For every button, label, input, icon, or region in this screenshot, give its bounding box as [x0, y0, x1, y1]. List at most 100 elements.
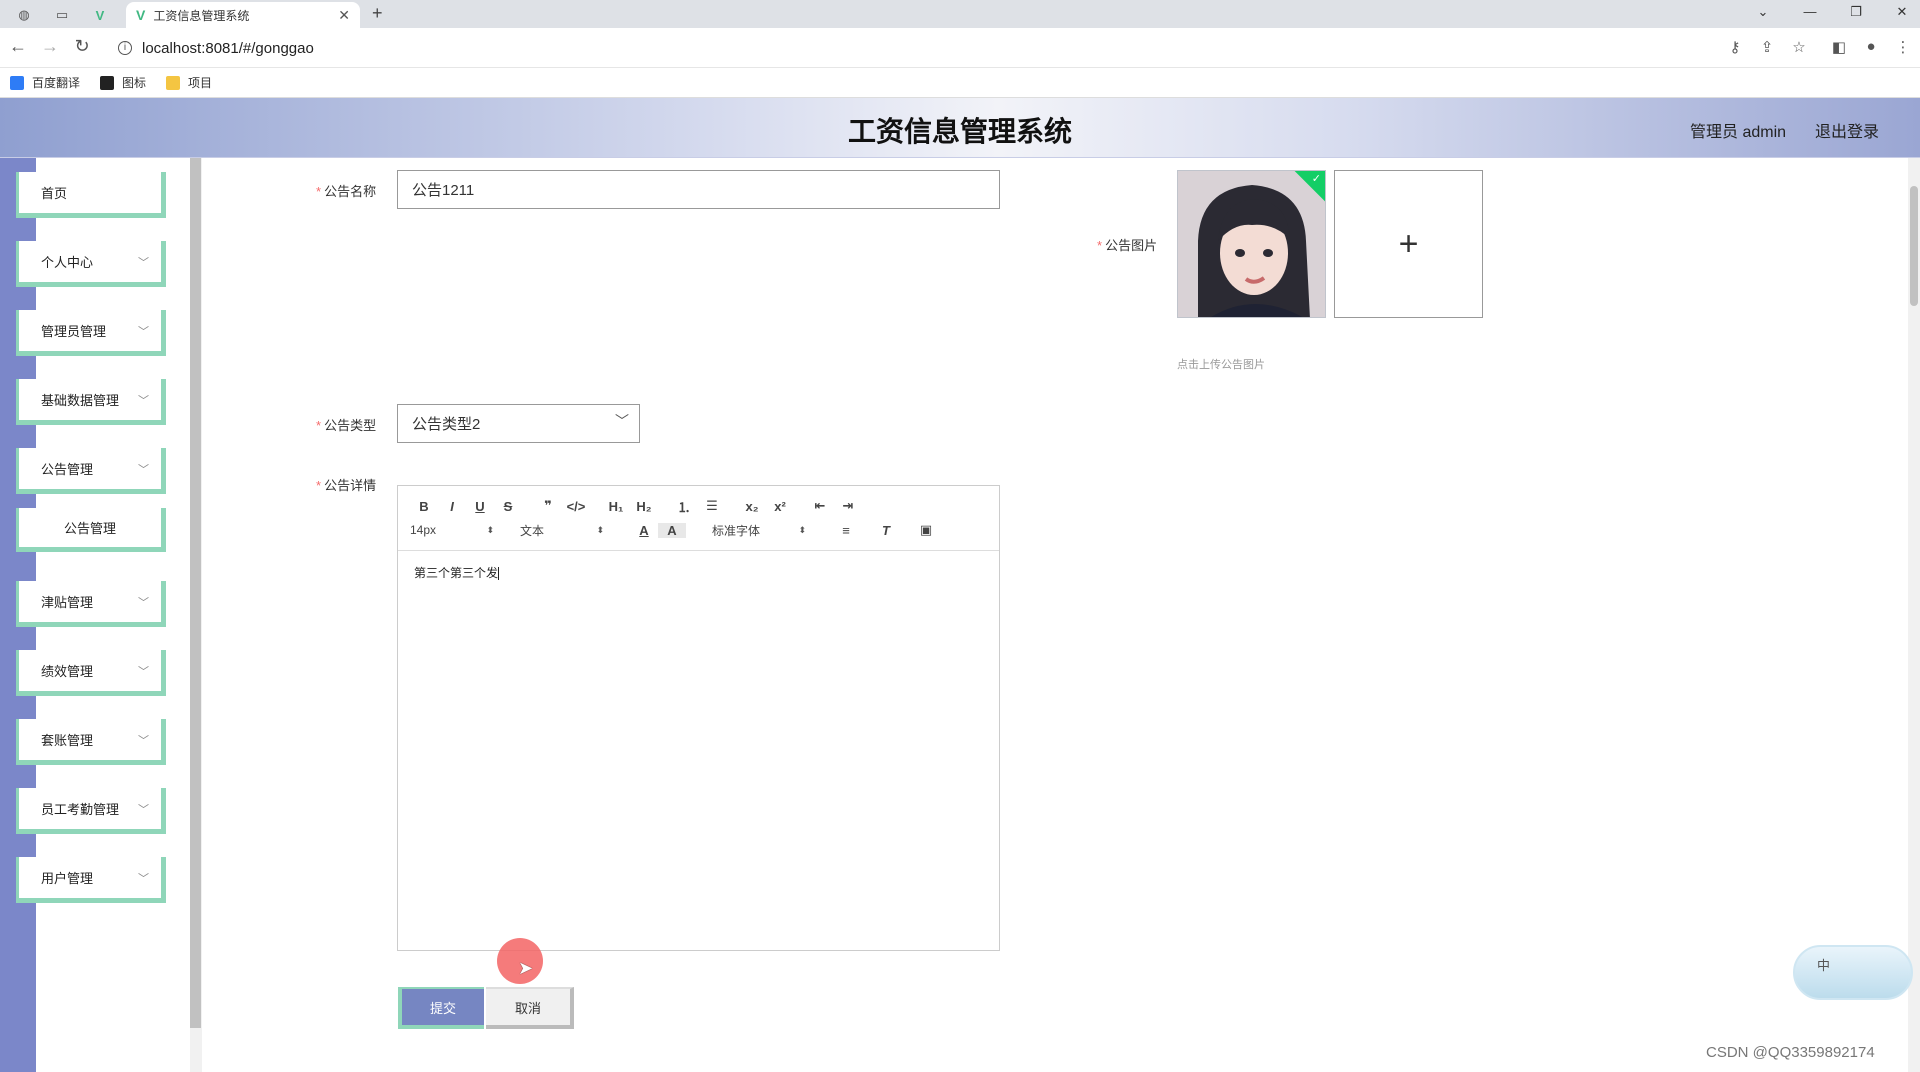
url-input[interactable]: i localhost:8081/#/gonggao [108, 34, 1748, 62]
star-icon[interactable]: ☆ [1788, 38, 1810, 56]
outdent-icon[interactable]: ⇤ [806, 498, 834, 514]
font-size-picker[interactable]: 14px ⬍ [410, 523, 494, 537]
new-tab-button[interactable]: + [372, 3, 383, 24]
sidebar-scroll-thumb[interactable] [190, 158, 201, 1028]
text-cursor [498, 567, 500, 581]
chevron-down-icon: ﹀ [138, 257, 149, 269]
cancel-button[interactable]: 取消 [486, 987, 574, 1029]
bookmark-project[interactable]: 项目 [166, 74, 212, 91]
type-label: * 公告类型 [316, 418, 377, 433]
globe-icon[interactable]: ◍ [10, 4, 38, 26]
subscript-icon[interactable]: x₂ [738, 499, 766, 514]
superscript-icon[interactable]: x² [766, 499, 794, 514]
rich-text-editor: B I U S ❞ </> H₁ H₂ ⒈ ☰ x₂ x² ⇤ ⇥ 14px ⬍ … [397, 485, 1000, 951]
chevron-down-icon: ﹀ [138, 804, 149, 816]
browser-tab-bar: ◍ ▭ V V 工资信息管理系统 ✕ + ⌄ — ❐ ✕ [0, 0, 1920, 28]
more-icon[interactable]: ⋮ [1892, 38, 1914, 56]
chevron-down-icon: ﹀ [138, 666, 149, 678]
updown-icon: ⬍ [798, 524, 806, 535]
share-icon[interactable]: ⇪ [1756, 38, 1778, 56]
submit-button[interactable]: 提交 [398, 987, 484, 1029]
name-label: * 公告名称 [316, 184, 377, 199]
heading1-icon[interactable]: H₁ [602, 499, 630, 514]
current-user: 管理员 admin [1690, 124, 1787, 141]
ime-widget[interactable]: 中 [1793, 945, 1913, 1000]
background-color-icon[interactable]: A [658, 522, 686, 538]
sidebar-item-label: 套账管理 [41, 733, 94, 748]
heading2-icon[interactable]: H₂ [630, 499, 658, 514]
sidebar: 首页 个人中心 ﹀ 管理员管理 ﹀ 基础数据管理 ﹀ 公告管理 ﹀ 公告管理 津… [0, 158, 190, 1072]
sidebar-subitem-notices[interactable]: 公告管理 [16, 508, 166, 552]
minimize-button[interactable]: — [1795, 4, 1825, 19]
font-color-icon[interactable]: A [630, 523, 658, 538]
sidebar-item-label: 公告管理 [41, 462, 94, 477]
ordered-list-icon[interactable]: ⒈ [670, 497, 698, 516]
app-title: 工资信息管理系统 [847, 116, 1072, 147]
blockquote-icon[interactable]: ❞ [534, 498, 562, 514]
chevron-down-icon: ﹀ [138, 395, 149, 407]
bookmark-icons[interactable]: 图标 [100, 74, 146, 91]
notice-name-value: 公告1211 [412, 182, 475, 199]
required-mark: * [316, 184, 322, 199]
sidebar-item-notices[interactable]: 公告管理 ﹀ [16, 448, 166, 494]
sidebar-item-ledger[interactable]: 套账管理 ﹀ [16, 719, 166, 765]
editor-toolbar-row-1: B I U S ❞ </> H₁ H₂ ⒈ ☰ x₂ x² ⇤ ⇥ [410, 496, 862, 516]
blank-tab-icon[interactable]: ▭ [48, 4, 76, 26]
bookmark-translate[interactable]: 百度翻译 [10, 74, 80, 91]
code-block-icon[interactable]: </> [562, 499, 590, 514]
editor-content[interactable]: 第三个第三个发 [414, 564, 500, 581]
image-label: * 公告图片 [1097, 238, 1158, 253]
back-icon[interactable]: ← [6, 36, 30, 57]
image-icon [100, 75, 115, 90]
sidebar-item-performance[interactable]: 绩效管理 ﹀ [16, 650, 166, 696]
insert-image-icon[interactable]: ▣ [912, 522, 940, 538]
vue-tab-icon[interactable]: V [86, 4, 114, 26]
chevron-down-icon: ﹀ [138, 326, 149, 338]
sidebar-item-home[interactable]: 首页 [16, 172, 166, 218]
align-icon[interactable]: ≡ [832, 523, 860, 538]
notice-type-select[interactable]: 公告类型2 ﹀ [397, 404, 640, 443]
sidebar-item-admins[interactable]: 管理员管理 ﹀ [16, 310, 166, 356]
logout-link[interactable]: 退出登录 [1815, 118, 1879, 142]
close-tab-icon[interactable]: ✕ [338, 7, 350, 24]
sidebar-item-label: 基础数据管理 [41, 393, 120, 408]
reload-icon[interactable]: ↻ [70, 36, 94, 57]
sidebar-item-allowance[interactable]: 津贴管理 ﹀ [16, 581, 166, 627]
clear-format-icon[interactable]: T [872, 523, 900, 538]
italic-icon[interactable]: I [438, 499, 466, 514]
notice-name-input[interactable]: 公告1211 [397, 170, 1000, 209]
watermark: CSDN @QQ3359892174 [1706, 1044, 1875, 1061]
bullet-list-icon[interactable]: ☰ [698, 498, 726, 514]
profile-icon[interactable]: ● [1860, 38, 1882, 55]
sidebar-item-profile[interactable]: 个人中心 ﹀ [16, 241, 166, 287]
sidebar-item-basedata[interactable]: 基础数据管理 ﹀ [16, 379, 166, 425]
window-close-button[interactable]: ✕ [1887, 4, 1917, 20]
translate-icon [10, 75, 24, 90]
restore-button[interactable]: ❐ [1841, 4, 1871, 20]
sidebar-item-attendance[interactable]: 员工考勤管理 ﹀ [16, 788, 166, 834]
side-panel-icon[interactable]: ◧ [1828, 38, 1850, 56]
chevron-down-icon: ﹀ [138, 597, 149, 609]
address-bar: ← → ↻ i localhost:8081/#/gonggao ⚷ ⇪ ☆ ◧… [0, 28, 1920, 68]
upload-tip: 点击上传公告图片 [1177, 359, 1265, 371]
required-mark: * [316, 418, 322, 433]
underline-icon[interactable]: U [466, 499, 494, 514]
upload-add-button[interactable]: + [1334, 170, 1483, 318]
uploaded-image-thumbnail[interactable]: ✓ [1177, 170, 1326, 318]
strikethrough-icon[interactable]: S [494, 499, 522, 514]
active-tab[interactable]: V 工资信息管理系统 ✕ [126, 2, 360, 28]
key-icon[interactable]: ⚷ [1724, 38, 1746, 56]
font-family-picker[interactable]: 标准字体 ⬍ [712, 522, 806, 539]
sidebar-item-users[interactable]: 用户管理 ﹀ [16, 857, 166, 903]
main-scroll-thumb[interactable] [1910, 186, 1918, 306]
updown-icon: ⬍ [486, 524, 494, 535]
notice-type-value: 公告类型2 [412, 416, 481, 433]
info-icon[interactable]: i [118, 41, 132, 55]
indent-icon[interactable]: ⇥ [834, 498, 862, 514]
detail-label: * 公告详情 [316, 478, 377, 493]
forward-icon[interactable]: → [38, 36, 62, 57]
tab-search-icon[interactable]: ⌄ [1748, 4, 1778, 20]
chevron-down-icon: ﹀ [138, 464, 149, 476]
bold-icon[interactable]: B [410, 499, 438, 514]
heading-picker[interactable]: 文本 ⬍ [520, 522, 604, 539]
